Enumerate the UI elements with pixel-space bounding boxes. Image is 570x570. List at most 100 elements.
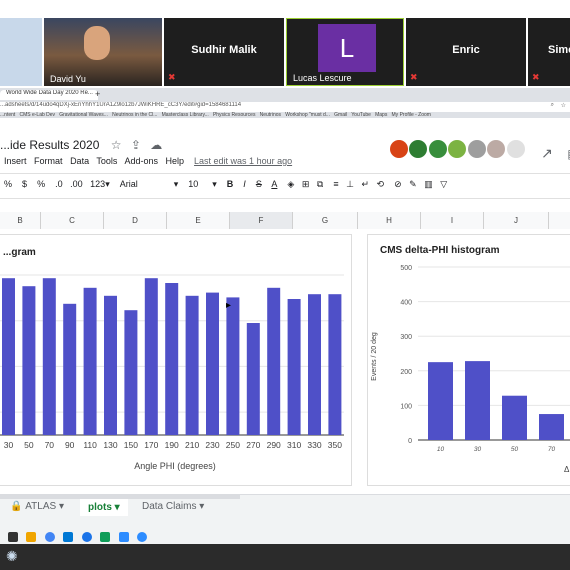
chart-angle-phi[interactable]: ...gram 30 50 70 90 110 130 150 170 190 210 230 250… bbox=[0, 234, 352, 486]
column-header[interactable]: C bbox=[41, 212, 104, 229]
video-tile-enric[interactable]: Enric ✖ bbox=[406, 18, 526, 86]
bar bbox=[124, 310, 138, 435]
chrome-icon[interactable] bbox=[44, 532, 55, 542]
address-bar[interactable]: ...adsheets/d/14udo4qDXj-xEnYhhY1UrA1Z9l… bbox=[0, 102, 570, 112]
column-header[interactable]: B bbox=[0, 212, 41, 229]
link-icon[interactable]: ⊘ bbox=[394, 179, 402, 189]
avatar[interactable] bbox=[428, 140, 447, 158]
tick-label: 310 bbox=[287, 440, 301, 450]
folder-icon[interactable] bbox=[26, 532, 37, 542]
increase-decimal-button[interactable]: .00 bbox=[70, 179, 83, 189]
photos-icon[interactable] bbox=[118, 532, 129, 542]
menu-data[interactable]: Data bbox=[70, 156, 89, 166]
font-size-select[interactable]: 10 bbox=[188, 179, 212, 189]
align-icon[interactable]: ≡ bbox=[333, 179, 338, 189]
currency-button[interactable]: $ bbox=[22, 179, 27, 189]
lock-icon[interactable] bbox=[8, 532, 18, 542]
tab-plots[interactable]: plots ▾ bbox=[80, 499, 128, 516]
collaborator-avatars: ↗ ▤ bbox=[390, 140, 570, 163]
fill-color-icon[interactable]: ◈ bbox=[287, 179, 294, 189]
bar bbox=[502, 395, 527, 440]
mic-muted-icon: ✖ bbox=[168, 72, 176, 82]
column-header[interactable]: E bbox=[167, 212, 230, 229]
bar bbox=[42, 278, 56, 435]
decrease-decimal-button[interactable]: .0 bbox=[55, 179, 63, 189]
avatar[interactable] bbox=[390, 140, 408, 158]
avatar[interactable] bbox=[487, 140, 506, 158]
column-header[interactable]: G bbox=[293, 212, 358, 229]
tick-label: 70 bbox=[548, 446, 556, 453]
column-header[interactable]: I bbox=[421, 212, 484, 229]
font-select[interactable]: Arial bbox=[120, 179, 174, 189]
chart-delta-phi[interactable]: CMS delta-PHI histogram Events / 20 deg … bbox=[367, 234, 570, 486]
column-headers: B C D E F G H I J bbox=[0, 212, 570, 230]
percent-button[interactable]: % bbox=[37, 179, 45, 189]
column-header[interactable]: D bbox=[104, 212, 167, 229]
desktop-bar: ✺ bbox=[0, 544, 570, 570]
borders-icon[interactable]: ⊞ bbox=[302, 179, 310, 189]
italic-button[interactable]: I bbox=[243, 179, 246, 189]
menu-help[interactable]: Help bbox=[166, 156, 185, 166]
video-tile-sudhir[interactable]: Sudhir Malik ✖ bbox=[164, 18, 284, 86]
avatar[interactable] bbox=[467, 140, 486, 158]
avatar[interactable] bbox=[448, 140, 467, 158]
valign-icon[interactable]: ⊥ bbox=[346, 179, 354, 189]
chart-icon[interactable]: ▥ bbox=[424, 179, 433, 189]
y-tick-label: 200 bbox=[400, 369, 412, 376]
zoom-icon[interactable]: % bbox=[4, 179, 12, 189]
sheets-icon[interactable] bbox=[100, 532, 111, 542]
y-tick-label: 0 bbox=[408, 438, 412, 445]
avatar[interactable] bbox=[506, 140, 525, 158]
menu-addons[interactable]: Add-ons bbox=[124, 156, 158, 166]
bar-chart: 30 50 70 90 110 130 150 170 190 210 230 250 270 290 31… bbox=[0, 274, 344, 450]
new-tab-button[interactable]: + bbox=[95, 89, 100, 99]
y-tick-label: 300 bbox=[400, 334, 412, 341]
activity-icon[interactable]: ↗ bbox=[541, 145, 553, 161]
menu-tools[interactable]: Tools bbox=[96, 156, 117, 166]
video-tile-simo[interactable]: Simo ✖ bbox=[528, 18, 570, 86]
star-icon[interactable]: ☆ bbox=[111, 138, 122, 152]
column-header[interactable]: J bbox=[484, 212, 549, 229]
last-edit-link[interactable]: Last edit was 1 hour ago bbox=[194, 156, 292, 166]
wrap-icon[interactable]: ↵ bbox=[361, 179, 369, 189]
video-tile-lucas[interactable]: L Lucas Lescure bbox=[286, 18, 404, 86]
video-tile-david[interactable]: David Yu bbox=[44, 18, 162, 86]
rotate-icon[interactable]: ⟲ bbox=[377, 179, 385, 189]
document-title[interactable]: ...ide Results 2020 bbox=[0, 138, 99, 152]
browser-tab[interactable]: World Wide Data Day 2020 Re... bbox=[0, 90, 98, 100]
more-formats-button[interactable]: 123 bbox=[90, 179, 105, 189]
bar bbox=[465, 361, 490, 440]
merge-icon[interactable]: ⧉ bbox=[317, 179, 323, 189]
edge-icon[interactable] bbox=[81, 532, 92, 542]
text-color-button[interactable]: A bbox=[271, 179, 277, 189]
tab-data-claims[interactable]: Data Claims ▾ bbox=[142, 501, 204, 512]
start-icon[interactable]: ✺ bbox=[6, 548, 18, 565]
tab-label: Data Claims bbox=[142, 501, 197, 512]
y-tick-label: 500 bbox=[400, 265, 412, 272]
zoom-icon[interactable] bbox=[137, 532, 148, 542]
tick-label: 190 bbox=[165, 440, 179, 450]
tick-label: 50 bbox=[24, 440, 34, 450]
column-header[interactable]: F bbox=[230, 212, 293, 229]
menu-format[interactable]: Format bbox=[34, 156, 63, 166]
bar bbox=[226, 297, 240, 435]
menu-insert[interactable]: Insert bbox=[4, 156, 27, 166]
tick-label: 270 bbox=[246, 440, 260, 450]
bar bbox=[308, 294, 321, 435]
tab-label: plots bbox=[88, 502, 112, 513]
tab-atlas[interactable]: 🔒 ATLAS ▾ bbox=[10, 501, 64, 512]
star-icon[interactable]: ☆ bbox=[561, 102, 566, 109]
column-header[interactable]: H bbox=[358, 212, 421, 229]
move-icon[interactable]: ⇪ bbox=[131, 138, 141, 152]
filter-icon[interactable]: ▽ bbox=[440, 179, 447, 189]
mail-icon[interactable] bbox=[63, 532, 74, 542]
avatar[interactable] bbox=[409, 140, 428, 158]
tick-label: 230 bbox=[205, 440, 219, 450]
sheets-header: ...ide Results 2020 ☆ ⇪ ☁ Insert Format … bbox=[0, 118, 570, 214]
sheet-grid[interactable]: ...gram 30 50 70 90 110 130 150 170 190 210 230 250… bbox=[0, 229, 570, 491]
bold-button[interactable]: B bbox=[227, 179, 234, 189]
comment-icon[interactable]: ✎ bbox=[409, 179, 417, 189]
bar bbox=[428, 362, 453, 440]
search-icon[interactable]: ⌕ bbox=[551, 102, 554, 109]
strikethrough-button[interactable]: S bbox=[256, 179, 262, 189]
